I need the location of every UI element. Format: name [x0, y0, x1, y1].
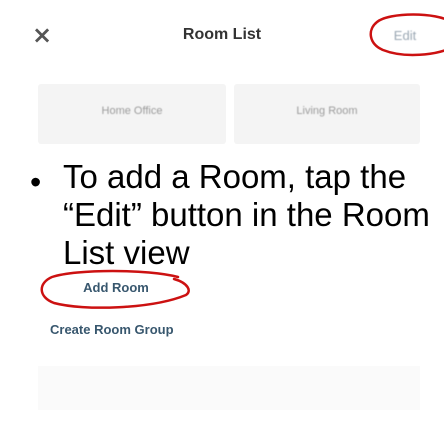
bottom-strip [38, 366, 420, 410]
add-room-button[interactable]: Add Room [46, 277, 186, 299]
room-card-label: Living Room [296, 105, 358, 117]
room-card-home-office[interactable]: Home Office [38, 84, 226, 144]
bullet-icon: • [30, 164, 42, 200]
create-room-group-button[interactable]: Create Room Group [50, 317, 174, 343]
edit-button[interactable]: Edit [385, 26, 425, 46]
instruction-text: To add a Room, tap the “Edit” button in … [63, 158, 430, 271]
top-bar: × Room List Edit [0, 0, 444, 70]
room-card-living-room[interactable]: Living Room [234, 84, 420, 144]
room-card-label: Home Office [101, 105, 163, 117]
page-title: Room List [182, 26, 262, 43]
